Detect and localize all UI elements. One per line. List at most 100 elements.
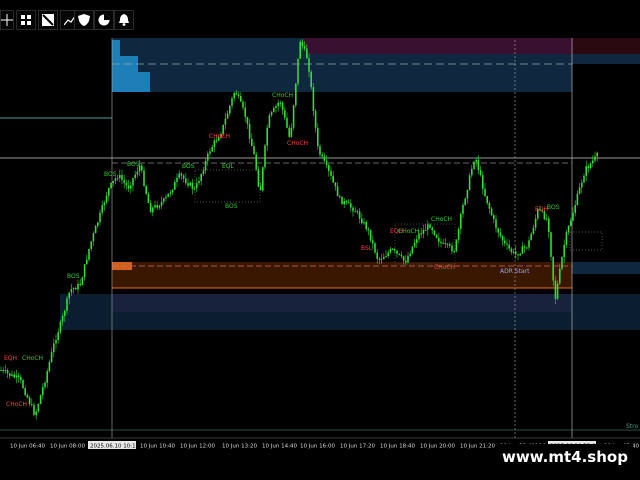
candle-body — [561, 257, 563, 269]
candle-body — [121, 175, 123, 181]
candle-body — [495, 219, 497, 229]
candle-body — [101, 205, 103, 213]
x-axis-tick: 10 Jun 21:20 — [460, 444, 495, 450]
x-axis-tick: 10 Jun 18:40 — [380, 444, 415, 450]
candle-body — [262, 167, 264, 191]
annotation-label: CHoCH — [209, 133, 230, 140]
annotation-label: BOS — [127, 161, 140, 168]
candle-body — [281, 102, 284, 111]
candle-body — [493, 215, 495, 220]
candle-body — [165, 196, 167, 199]
annotation-label: CHoCH — [272, 92, 293, 99]
candle-body — [424, 229, 427, 231]
candle-body — [332, 175, 334, 183]
candle-body — [466, 189, 469, 199]
candle-body — [0, 370, 2, 371]
candle-body — [244, 107, 246, 117]
annotation-label: BOS — [67, 273, 80, 280]
candles-group — [0, 39, 598, 420]
price-chart[interactable]: EQH CHoCH CHoCH BOS BOS BOS BOS CHoCH EQL BOS CHoC… — [0, 0, 640, 480]
candle-body — [378, 258, 381, 260]
candle-body — [341, 196, 343, 205]
candle-body — [253, 146, 255, 155]
candle-body — [209, 151, 211, 154]
crosshair-button[interactable] — [0, 10, 14, 30]
candle-body — [79, 283, 81, 286]
dotted-box-1 — [194, 169, 261, 203]
candle-body — [114, 178, 117, 182]
candle-body — [182, 175, 185, 179]
candle-body — [389, 249, 392, 253]
candle-body — [526, 247, 528, 249]
candle-body — [512, 251, 515, 253]
candle-body — [251, 138, 253, 147]
candle-body — [339, 196, 341, 198]
candle-body — [259, 186, 262, 191]
candle-body — [407, 255, 409, 263]
candle-body — [77, 283, 79, 290]
candle-body — [301, 41, 304, 46]
candle-body — [308, 58, 310, 72]
candle-body — [572, 212, 574, 221]
candle-body — [191, 182, 194, 189]
candle-body — [156, 205, 158, 208]
demand-zone-blue — [60, 294, 640, 330]
candle-body — [411, 246, 414, 254]
candle-body — [48, 362, 51, 372]
candle-body — [442, 243, 444, 245]
candle-body — [594, 156, 596, 161]
candle-body — [477, 159, 480, 171]
candle-body — [545, 218, 548, 220]
candle-body — [323, 156, 326, 161]
candle-body — [185, 178, 187, 184]
candle-body — [279, 102, 282, 104]
candle-body — [416, 239, 418, 243]
volume-profile — [112, 40, 120, 92]
candle-body — [167, 193, 169, 197]
candle-body — [123, 180, 125, 183]
candle-body — [550, 232, 552, 257]
candle-body — [501, 235, 504, 241]
annotation-label: CHoCH — [6, 401, 27, 408]
pie-button[interactable] — [94, 10, 114, 30]
candle-body — [273, 108, 275, 112]
candle-body — [99, 212, 101, 223]
candle-body — [548, 218, 550, 233]
candle-body — [2, 370, 4, 372]
candle-body — [72, 288, 75, 290]
candle-body — [499, 232, 502, 236]
candle-body — [110, 182, 112, 188]
annotations-group: EQH CHoCH CHoCH BOS BOS BOS BOS CHoCH EQL BOS CHoC… — [4, 92, 560, 408]
candle-body — [585, 166, 587, 176]
candle-body — [61, 316, 64, 322]
x-axis-tick: 10 Jun 14:40 — [262, 444, 297, 450]
candle-body — [372, 240, 374, 244]
x-axis-tick: 10 Jun 08:00 — [50, 444, 85, 450]
annotation-label: EQH — [4, 355, 17, 362]
candle-body — [347, 201, 350, 204]
candle-body — [299, 41, 301, 59]
candle-body — [147, 193, 150, 203]
shield-button[interactable] — [74, 10, 94, 30]
annotation-label: BOS — [182, 163, 195, 170]
candle-body — [398, 253, 400, 255]
candle-body — [422, 229, 425, 234]
candle-body — [193, 188, 196, 190]
candle-body — [143, 170, 145, 186]
candle-body — [455, 239, 458, 252]
annotation-label: CHoCH — [431, 216, 452, 223]
candle-body — [266, 127, 268, 146]
candle-body — [508, 244, 510, 249]
candle-body — [578, 187, 581, 194]
candle-body — [94, 226, 97, 234]
line-tool-button[interactable] — [38, 10, 58, 30]
candle-body — [409, 253, 411, 256]
candle-body — [105, 195, 108, 203]
alert-button[interactable] — [114, 10, 134, 30]
candle-body — [4, 370, 7, 372]
candle-body — [446, 244, 449, 246]
candle-body — [506, 243, 508, 245]
candle-body — [312, 87, 315, 112]
grid-button[interactable] — [16, 10, 36, 30]
candle-body — [517, 254, 519, 256]
